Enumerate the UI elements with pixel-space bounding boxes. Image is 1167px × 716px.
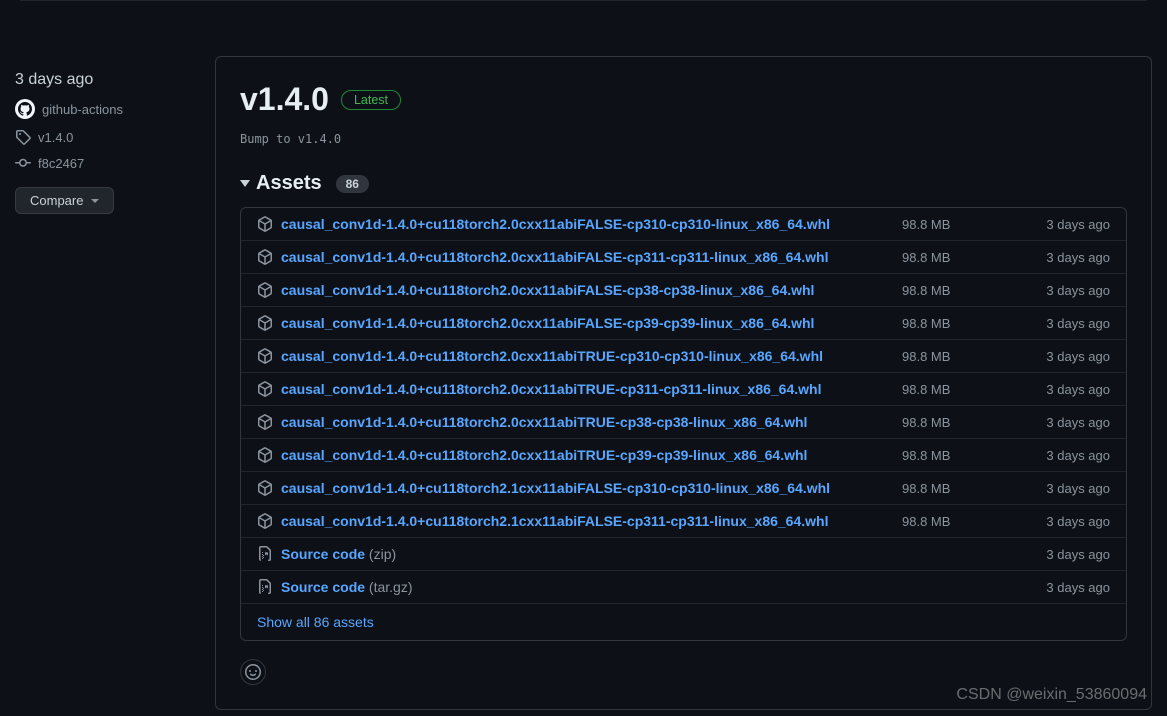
asset-link[interactable]: causal_conv1d-1.4.0+cu118torch2.0cxx11ab… [281,315,894,331]
tag-row[interactable]: v1.4.0 [15,129,205,145]
assets-toggle[interactable]: Assets [240,172,322,195]
show-all-assets-link[interactable]: Show all 86 assets [241,604,1126,640]
compare-button[interactable]: Compare [15,187,114,214]
package-icon [257,315,273,331]
tag-icon [15,129,31,145]
file-zip-icon [257,579,273,595]
asset-date: 3 days ago [1020,580,1110,595]
asset-row: causal_conv1d-1.4.0+cu118torch2.0cxx11ab… [241,439,1126,472]
asset-date: 3 days ago [1020,349,1110,364]
assets-count-badge: 86 [336,175,369,193]
smiley-icon [245,664,261,680]
asset-date: 3 days ago [1020,316,1110,331]
asset-row: causal_conv1d-1.4.0+cu118torch2.0cxx11ab… [241,406,1126,439]
asset-size: 98.8 MB [902,382,1012,397]
package-icon [257,249,273,265]
asset-size: 98.8 MB [902,415,1012,430]
asset-row: causal_conv1d-1.4.0+cu118torch2.0cxx11ab… [241,307,1126,340]
asset-size: 98.8 MB [902,514,1012,529]
asset-date: 3 days ago [1020,448,1110,463]
assets-heading: Assets [256,172,322,195]
package-icon [257,447,273,463]
asset-row: Source code (zip) 3 days ago [241,538,1126,571]
release-date: 3 days ago [15,71,205,89]
asset-date: 3 days ago [1020,382,1110,397]
asset-row: causal_conv1d-1.4.0+cu118torch2.0cxx11ab… [241,373,1126,406]
asset-row: causal_conv1d-1.4.0+cu118torch2.1cxx11ab… [241,505,1126,538]
asset-link[interactable]: causal_conv1d-1.4.0+cu118torch2.0cxx11ab… [281,249,894,265]
asset-size: 98.8 MB [902,349,1012,364]
commit-row[interactable]: f8c2467 [15,155,205,171]
asset-link[interactable]: causal_conv1d-1.4.0+cu118torch2.0cxx11ab… [281,447,894,463]
asset-size: 98.8 MB [902,283,1012,298]
asset-link[interactable]: causal_conv1d-1.4.0+cu118torch2.1cxx11ab… [281,480,894,496]
package-icon [257,381,273,397]
triangle-down-icon [240,180,250,187]
asset-date: 3 days ago [1020,283,1110,298]
asset-row: causal_conv1d-1.4.0+cu118torch2.0cxx11ab… [241,274,1126,307]
asset-link[interactable]: causal_conv1d-1.4.0+cu118torch2.0cxx11ab… [281,414,894,430]
release-title: v1.4.0 [240,81,329,118]
asset-link[interactable]: Source code (tar.gz) [281,579,894,595]
asset-date: 3 days ago [1020,217,1110,232]
asset-date: 3 days ago [1020,250,1110,265]
asset-row: causal_conv1d-1.4.0+cu118torch2.0cxx11ab… [241,208,1126,241]
asset-row: causal_conv1d-1.4.0+cu118torch2.0cxx11ab… [241,241,1126,274]
package-icon [257,414,273,430]
release-description: Bump to v1.4.0 [240,132,1127,146]
package-icon [257,480,273,496]
asset-row: causal_conv1d-1.4.0+cu118torch2.0cxx11ab… [241,340,1126,373]
asset-row: Source code (tar.gz) 3 days ago [241,571,1126,604]
asset-link[interactable]: causal_conv1d-1.4.0+cu118torch2.1cxx11ab… [281,513,894,529]
assets-list: causal_conv1d-1.4.0+cu118torch2.0cxx11ab… [240,207,1127,641]
file-zip-icon [257,546,273,562]
package-icon [257,216,273,232]
asset-size: 98.8 MB [902,448,1012,463]
asset-date: 3 days ago [1020,547,1110,562]
add-reaction-button[interactable] [240,659,266,685]
asset-date: 3 days ago [1020,514,1110,529]
asset-link[interactable]: Source code (zip) [281,546,894,562]
asset-size: 98.8 MB [902,481,1012,496]
asset-row: causal_conv1d-1.4.0+cu118torch2.1cxx11ab… [241,472,1126,505]
commit-sha: f8c2467 [38,156,84,171]
author-name: github-actions [42,102,123,117]
latest-badge: Latest [341,90,401,110]
asset-size: 98.8 MB [902,250,1012,265]
asset-link[interactable]: causal_conv1d-1.4.0+cu118torch2.0cxx11ab… [281,282,894,298]
asset-link[interactable]: causal_conv1d-1.4.0+cu118torch2.0cxx11ab… [281,216,894,232]
asset-size: 98.8 MB [902,316,1012,331]
commit-icon [15,155,31,171]
caret-down-icon [91,197,99,205]
asset-date: 3 days ago [1020,415,1110,430]
asset-size: 98.8 MB [902,217,1012,232]
package-icon [257,282,273,298]
author-row[interactable]: github-actions [15,99,205,119]
asset-date: 3 days ago [1020,481,1110,496]
github-icon [15,99,35,119]
asset-link[interactable]: causal_conv1d-1.4.0+cu118torch2.0cxx11ab… [281,348,894,364]
package-icon [257,348,273,364]
watermark: CSDN @weixin_53860094 [956,686,1147,704]
package-icon [257,513,273,529]
asset-link[interactable]: causal_conv1d-1.4.0+cu118torch2.0cxx11ab… [281,381,894,397]
tag-name: v1.4.0 [38,130,73,145]
